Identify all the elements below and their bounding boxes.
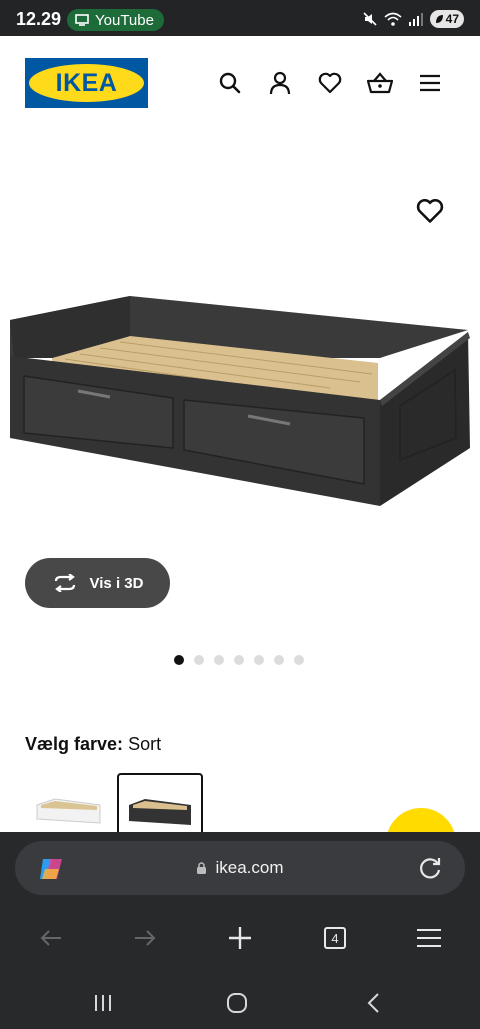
url-display: ikea.com (15, 858, 465, 878)
ikea-logo[interactable]: IKEA (25, 58, 148, 108)
carousel-dot[interactable] (214, 655, 224, 665)
back-arrow-icon[interactable] (36, 923, 66, 953)
status-bar: 12.29 YouTube 47 (0, 0, 480, 36)
status-icons: 47 (362, 10, 464, 28)
system-nav-bar (0, 982, 480, 1022)
youtube-pill-label: YouTube (95, 11, 154, 29)
product-image-daybed (10, 296, 470, 506)
carousel-dot[interactable] (194, 655, 204, 665)
color-choice-heading: Vælg farve: (25, 734, 124, 754)
address-bar[interactable]: ikea.com (15, 841, 465, 895)
basket-icon[interactable] (367, 70, 393, 96)
logo-oval: IKEA (29, 64, 144, 102)
lock-icon (197, 862, 207, 874)
product-gallery[interactable]: Vis i 3D (0, 128, 480, 708)
home-icon[interactable] (222, 988, 252, 1018)
heart-icon[interactable] (317, 70, 343, 96)
color-choice-value: Sort (128, 734, 162, 754)
browser-nav-row: 4 (0, 917, 480, 957)
favorite-heart-icon[interactable] (416, 198, 444, 226)
color-choice-label: Vælg farve: Sort (25, 734, 161, 755)
wifi-icon (384, 12, 402, 26)
site-header: IKEA (0, 36, 480, 128)
reload-icon[interactable] (417, 855, 443, 881)
new-tab-plus-icon[interactable] (225, 923, 255, 953)
status-time: 12.29 (16, 9, 62, 29)
battery-leaf-icon (435, 15, 443, 23)
tabs-button[interactable]: 4 (320, 923, 350, 953)
url-text: ikea.com (215, 858, 284, 877)
forward-arrow-icon[interactable] (130, 923, 160, 953)
browser-menu-icon[interactable] (414, 923, 444, 953)
mute-icon (363, 12, 377, 26)
screen-cast-icon (75, 14, 89, 26)
signal-icon (408, 13, 423, 26)
tabs-count: 4 (324, 927, 346, 949)
carousel-dot[interactable] (234, 655, 244, 665)
user-icon[interactable] (267, 70, 293, 96)
system-back-icon[interactable] (358, 988, 388, 1018)
carousel-dot[interactable] (274, 655, 284, 665)
youtube-pill[interactable]: YouTube (67, 9, 164, 31)
carousel-dot[interactable] (294, 655, 304, 665)
rotate-3d-icon (54, 574, 75, 592)
browser-toolbar: ikea.com 4 (0, 832, 480, 1029)
carousel-dot[interactable] (254, 655, 264, 665)
battery-indicator: 47 (429, 10, 464, 28)
logo-text: IKEA (55, 68, 118, 97)
menu-icon[interactable] (417, 70, 443, 96)
recent-apps-icon[interactable] (88, 988, 118, 1018)
view-in-3d-button[interactable]: Vis i 3D (25, 558, 170, 608)
search-icon[interactable] (217, 70, 243, 96)
carousel-dot[interactable] (174, 655, 184, 665)
carousel-dots (174, 655, 304, 665)
view-in-3d-label: Vis i 3D (89, 574, 144, 592)
battery-level: 47 (445, 12, 459, 26)
